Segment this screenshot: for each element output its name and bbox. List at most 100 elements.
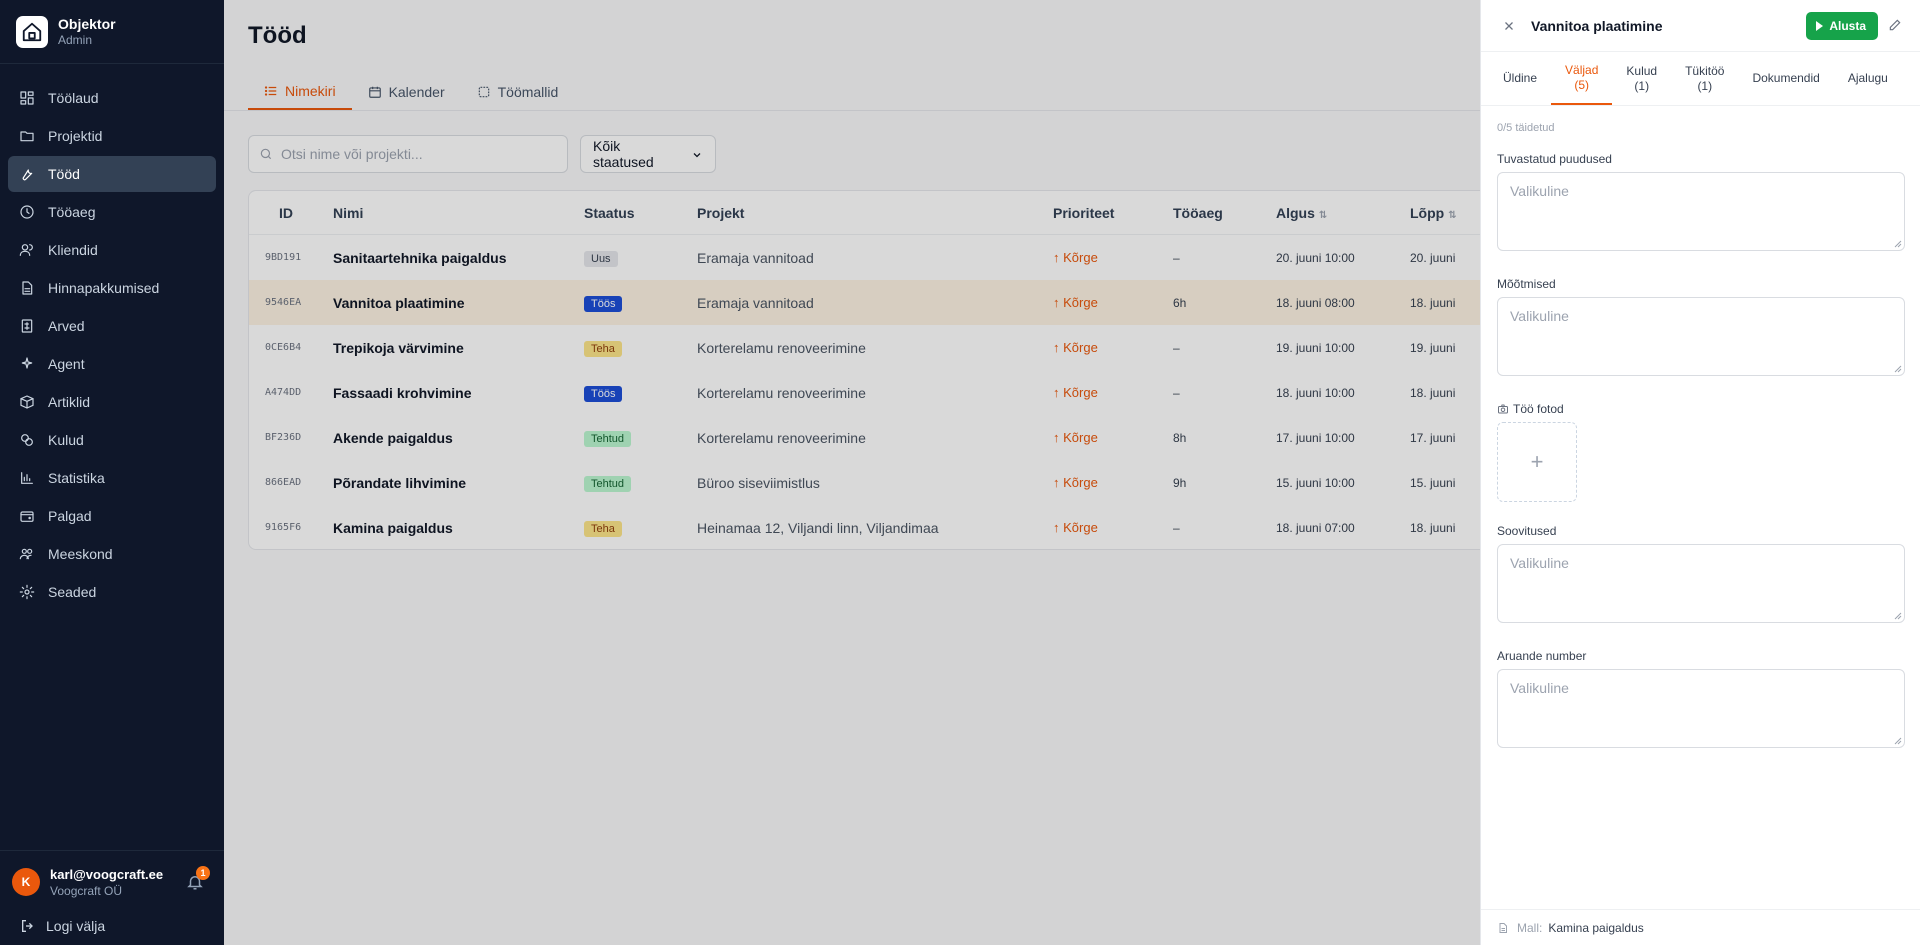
textarea-placeholder: Valikuline: [1510, 680, 1569, 696]
logout-icon: [20, 918, 36, 934]
add-photo-button[interactable]: +: [1497, 422, 1577, 502]
home-logo-icon: [16, 15, 48, 48]
table-row[interactable]: A474DD Fassaadi krohvimine Töös Korterelamu…: [249, 370, 1497, 415]
textarea-placeholder: Valikuline: [1510, 183, 1569, 199]
sidebar-item-arved[interactable]: Arved: [8, 308, 216, 344]
cell-time: –: [1173, 520, 1180, 535]
sidebar-item-kulud[interactable]: Kulud: [8, 422, 216, 458]
start-button[interactable]: Alusta: [1806, 11, 1878, 40]
sidebar-item-statistika[interactable]: Statistika: [8, 460, 216, 496]
sidebar-item-töölaud[interactable]: Töölaud: [8, 80, 216, 116]
table-header: ID Nimi Staatus Projekt Prioriteet Tööae…: [249, 191, 1497, 235]
table-row[interactable]: BF236D Akende paigaldus Tehtud Korterelamu …: [249, 415, 1497, 460]
col-header-time[interactable]: Tööaeg: [1163, 205, 1266, 221]
sidebar-item-label: Meeskond: [48, 546, 113, 562]
user-email: karl@voogcraft.ee: [50, 866, 164, 882]
panel-tabs: Üldine Väljad (5) Kulud (1) Tükitöö (1) Dokumen…: [1481, 52, 1920, 106]
field-label-defects: Tuvastatud puudused: [1497, 152, 1612, 166]
document-icon: [18, 279, 36, 297]
resize-grip-icon[interactable]: [1894, 612, 1902, 620]
cell-end: 20. juuni: [1410, 250, 1456, 265]
table-body: 9BD191 Sanitaartehnika paigaldus Uus Eramaj…: [249, 235, 1497, 549]
logout-button[interactable]: Logi välja: [0, 907, 224, 945]
sidebar-item-projektid[interactable]: Projektid: [8, 118, 216, 154]
status-filter-select[interactable]: Kõik staatused: [580, 135, 716, 173]
sidebar-item-hinnapakkumised[interactable]: Hinnapakkumised: [8, 270, 216, 306]
textarea-placeholder: Valikuline: [1510, 308, 1569, 324]
panel-tab-dokumendid[interactable]: Dokumendid: [1738, 52, 1833, 105]
sidebar-item-label: Tööaeg: [48, 204, 96, 220]
template-document-icon: [1497, 922, 1509, 934]
col-header-priority[interactable]: Prioriteet: [1043, 205, 1163, 221]
col-header-status[interactable]: Staatus: [574, 205, 687, 221]
table-row[interactable]: 866EAD Põrandate lihvimine Tehtud Büroo sis…: [249, 460, 1497, 505]
panel-tab-label: Dokumendid: [1752, 71, 1820, 85]
cell-id: 9546EA: [265, 297, 302, 308]
cell-time: 9h: [1173, 475, 1187, 490]
col-header-end[interactable]: Lõpp ⇅: [1410, 205, 1490, 221]
cell-name: Põrandate lihvimine: [333, 474, 467, 491]
sidebar-item-tööaeg[interactable]: Tööaeg: [8, 194, 216, 230]
col-header-project[interactable]: Projekt: [687, 205, 1043, 221]
cell-name: Sanitaartehnika paigaldus: [333, 249, 507, 266]
table-row[interactable]: 9BD191 Sanitaartehnika paigaldus Uus Eramaj…: [249, 235, 1497, 280]
sidebar-item-seaded[interactable]: Seaded: [8, 574, 216, 610]
panel-tab-väljad[interactable]: Väljad (5): [1551, 52, 1613, 105]
measurements-textarea[interactable]: Valikuline: [1497, 297, 1905, 376]
folder-icon: [18, 127, 36, 145]
team-icon: [18, 545, 36, 563]
report-number-textarea[interactable]: Valikuline: [1497, 669, 1905, 748]
table-row[interactable]: 9165F6 Kamina paigaldus Teha Heinamaa 12, V…: [249, 505, 1497, 549]
fields-progress: 0/5 täidetud: [1497, 122, 1555, 134]
sidebar-item-palgad[interactable]: Palgad: [8, 498, 216, 534]
cell-status: Tehtud: [574, 429, 687, 447]
defects-textarea[interactable]: Valikuline: [1497, 172, 1905, 251]
col-header-start[interactable]: Algus ⇅: [1266, 205, 1410, 221]
cell-project: Korterelamu renoveerimine: [697, 384, 866, 401]
panel-tab-label: Kulud: [1626, 63, 1658, 78]
col-header-name[interactable]: Nimi: [315, 205, 574, 221]
tab-nimekiri[interactable]: Nimekiri: [248, 74, 352, 110]
search-icon: [259, 147, 273, 161]
search-input[interactable]: Otsi nime või projekti...: [248, 135, 568, 173]
bell-icon[interactable]: 1: [186, 866, 210, 891]
tab-toomallid[interactable]: Töömallid: [461, 74, 575, 110]
brand[interactable]: Objektor Admin: [0, 0, 224, 64]
cell-time: –: [1173, 340, 1180, 355]
start-button-label: Alusta: [1829, 18, 1866, 33]
sidebar-item-artiklid[interactable]: Artiklid: [8, 384, 216, 420]
resize-grip-icon[interactable]: [1894, 365, 1902, 373]
panel-tab-tükitöö[interactable]: Tükitöö (1): [1671, 52, 1738, 105]
panel-tab-kulud[interactable]: Kulud (1): [1612, 52, 1671, 105]
tab-kalender[interactable]: Kalender: [352, 74, 461, 110]
pencil-icon[interactable]: [1888, 18, 1904, 34]
cell-name: Kamina paigaldus: [333, 519, 453, 536]
textarea-placeholder: Valikuline: [1510, 555, 1569, 571]
panel-tab-üldine[interactable]: Üldine: [1489, 52, 1551, 105]
close-icon[interactable]: [1501, 18, 1517, 34]
user-profile[interactable]: K karl@voogcraft.ee Voogcraft OÜ 1: [0, 851, 224, 907]
sidebar-item-meeskond[interactable]: Meeskond: [8, 536, 216, 572]
cell-project: Heinamaa 12, Viljandi linn, Viljandimaa: [697, 519, 939, 536]
template-icon: [477, 85, 491, 99]
panel-tab-ajalugu[interactable]: Ajalugu: [1834, 52, 1902, 105]
sidebar-nav: Töölaud Projektid Tööd Tööaeg Kliendid Hinnap…: [0, 64, 224, 610]
recommendations-textarea[interactable]: Valikuline: [1497, 544, 1905, 623]
sidebar-item-kliendid[interactable]: Kliendid: [8, 232, 216, 268]
user-role: Admin: [58, 32, 93, 47]
table-row[interactable]: 0CE6B4 Trepikoja värvimine Teha Korterelamu…: [249, 325, 1497, 370]
sidebar-item-label: Agent: [48, 356, 85, 372]
cell-id: 9165F6: [265, 522, 302, 533]
panel-tab-label: Ajalugu: [1847, 71, 1888, 85]
resize-grip-icon[interactable]: [1894, 737, 1902, 745]
sidebar-item-label: Statistika: [48, 470, 105, 486]
cell-time: –: [1173, 250, 1180, 265]
resize-grip-icon[interactable]: [1894, 240, 1902, 248]
cell-priority: ↑ Kõrge: [1053, 475, 1098, 490]
users-icon: [18, 241, 36, 259]
sidebar-item-agent[interactable]: Agent: [8, 346, 216, 382]
cell-start: 18. juuni 08:00: [1276, 295, 1355, 310]
sidebar-item-tööd[interactable]: Tööd: [8, 156, 216, 192]
table-row[interactable]: 9546EA Vannitoa plaatimine Töös Eramaja van…: [249, 280, 1497, 325]
col-header-id[interactable]: ID: [249, 205, 315, 221]
